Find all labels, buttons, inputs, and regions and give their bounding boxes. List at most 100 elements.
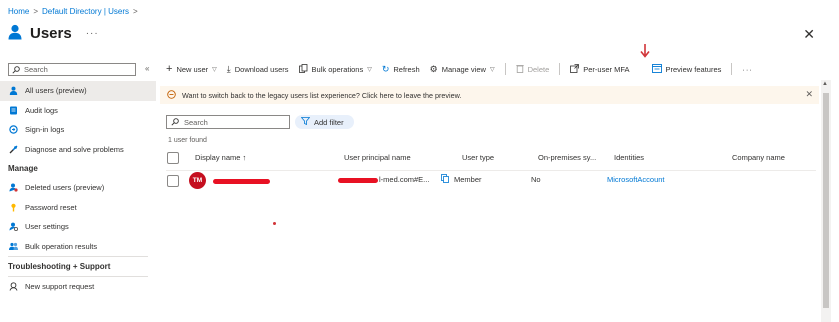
toolbar-separator (559, 63, 561, 75)
refresh-icon: ↻ (381, 63, 390, 74)
wrench-icon (9, 145, 18, 154)
sign-in-icon (9, 125, 18, 134)
download-icon: ⤓ (226, 63, 231, 74)
breadcrumb-directory-link[interactable]: Default Directory | Users (42, 7, 129, 16)
per-user-mfa-label: Per-user MFA (583, 64, 630, 74)
sidebar-item-user-settings[interactable]: User settings (0, 217, 156, 237)
download-users-label: Download users (234, 64, 289, 74)
sidebar-item-label: Deleted users (preview) (25, 183, 105, 193)
delete-button[interactable]: Delete (515, 64, 550, 75)
support-heading: Troubleshooting + Support (8, 262, 111, 271)
users-search-placeholder: Search (184, 117, 208, 127)
deleted-users-icon (9, 183, 18, 192)
avatar: TM (189, 172, 206, 189)
user-icon (9, 86, 18, 96)
column-header-upn[interactable]: User principal name (344, 153, 411, 162)
table-header: Display name ↑ User principal name User … (166, 149, 816, 166)
toolbar-separator (504, 63, 506, 75)
scroll-up-arrow-icon[interactable]: ▲ (822, 81, 828, 87)
manage-view-button[interactable]: ⚙ Manage view ▽ (430, 64, 495, 75)
per-user-mfa-button[interactable]: Per-user MFA (570, 63, 630, 75)
bulk-operations-button[interactable]: Bulk operations ▽ (298, 63, 372, 75)
close-blade-button[interactable]: ✕ (803, 26, 815, 43)
breadcrumb-home-link[interactable]: Home (8, 7, 29, 16)
new-user-button[interactable]: + New user ▽ (166, 63, 217, 75)
sidebar-menu: All users (preview) Audit logs Sign-in l… (0, 81, 156, 297)
user-type-value: Member (454, 175, 482, 184)
column-header-company-name[interactable]: Company name (732, 153, 785, 162)
legacy-experience-banner[interactable]: Want to switch back to the legacy users … (160, 86, 819, 104)
sidebar-item-label: User settings (25, 222, 69, 232)
trash-icon (515, 64, 524, 75)
sidebar-item-bulk-results[interactable]: Bulk operation results (0, 237, 156, 257)
support-icon (9, 282, 18, 291)
refresh-label: Refresh (393, 64, 420, 74)
sidebar-item-label: Diagnose and solve problems (25, 144, 124, 154)
users-table: Display name ↑ User principal name User … (166, 149, 816, 190)
refresh-button[interactable]: ↻ Refresh (382, 64, 420, 75)
external-link-icon (570, 63, 580, 75)
manage-view-label: Manage view (441, 64, 486, 74)
toolbar-separator (731, 63, 733, 75)
banner-text[interactable]: Want to switch back to the legacy users … (182, 91, 461, 100)
new-user-label: New user (176, 64, 209, 74)
dismiss-banner-button[interactable]: ✕ (805, 89, 813, 100)
on-premises-sync-value: No (531, 175, 541, 184)
collapse-sidebar-button[interactable]: « (145, 64, 149, 73)
column-header-display-name[interactable]: Display name ↑ (195, 153, 246, 162)
more-options-button[interactable]: ··· (86, 28, 99, 39)
page-title: Users (30, 24, 72, 42)
settings-icon (9, 222, 18, 232)
sidebar-item-sign-in-logs[interactable]: Sign-in logs (0, 120, 156, 140)
command-bar: + New user ▽ ⤓ Download users Bulk opera… (166, 62, 831, 76)
users-icon (8, 24, 22, 42)
sidebar-item-password-reset[interactable]: Password reset (0, 198, 156, 218)
sidebar-item-label: Sign-in logs (25, 125, 65, 135)
column-header-identities[interactable]: Identities (614, 153, 644, 162)
sidebar-item-label: Password reset (25, 202, 77, 212)
preview-icon (651, 63, 662, 75)
toolbar-more-button[interactable]: ··· (742, 65, 753, 74)
chevron-down-icon: ▽ (367, 66, 372, 73)
redacted-display-name (213, 179, 270, 184)
sidebar-search-placeholder: Search (24, 65, 48, 74)
column-header-user-type[interactable]: User type (462, 153, 494, 162)
page-header: Users ··· (8, 24, 99, 42)
delete-label: Delete (527, 64, 550, 74)
document-icon (9, 106, 18, 115)
column-header-on-premises-sync[interactable]: On-premises sy... (538, 153, 596, 162)
add-filter-button[interactable]: Add filter (295, 115, 354, 129)
sidebar-item-new-support-request[interactable]: New support request (0, 277, 156, 297)
sidebar-item-audit-logs[interactable]: Audit logs (0, 101, 156, 121)
annotation-arrow-icon (640, 44, 650, 58)
chevron-down-icon: ▽ (212, 66, 217, 73)
manage-heading: Manage (8, 164, 38, 173)
search-icon (171, 118, 179, 126)
search-icon (12, 65, 20, 74)
gear-icon: ⚙ (429, 63, 438, 74)
row-checkbox[interactable] (167, 175, 179, 187)
info-icon (167, 89, 176, 101)
preview-features-button[interactable]: Preview features (651, 63, 721, 75)
download-users-button[interactable]: ⤓ Download users (227, 64, 289, 75)
annotation-dot (273, 222, 276, 225)
chevron-down-icon: ▽ (489, 66, 495, 73)
plus-icon: + (166, 63, 173, 75)
sidebar-item-all-users[interactable]: All users (preview) (0, 81, 156, 101)
key-icon (9, 203, 18, 212)
table-row[interactable]: TM l-med.com#E... Member No MicrosoftAcc… (166, 170, 816, 190)
upn-value[interactable]: l-med.com#E... (379, 175, 429, 184)
breadcrumb-separator: > (133, 7, 138, 16)
users-search-input[interactable]: Search (166, 115, 290, 129)
sidebar-item-deleted-users[interactable]: Deleted users (preview) (0, 178, 156, 198)
bulk-icon (298, 63, 308, 75)
sidebar-search-input[interactable]: Search (8, 63, 136, 76)
scrollbar-thumb[interactable] (823, 93, 829, 308)
add-filter-label: Add filter (314, 117, 344, 127)
sidebar-item-diagnose[interactable]: Diagnose and solve problems (0, 140, 156, 160)
identities-link[interactable]: MicrosoftAccount (607, 175, 665, 184)
breadcrumb: Home > Default Directory | Users > (8, 7, 138, 16)
redacted-upn (338, 178, 378, 183)
copy-icon[interactable] (441, 174, 449, 185)
select-all-checkbox[interactable] (167, 152, 179, 164)
